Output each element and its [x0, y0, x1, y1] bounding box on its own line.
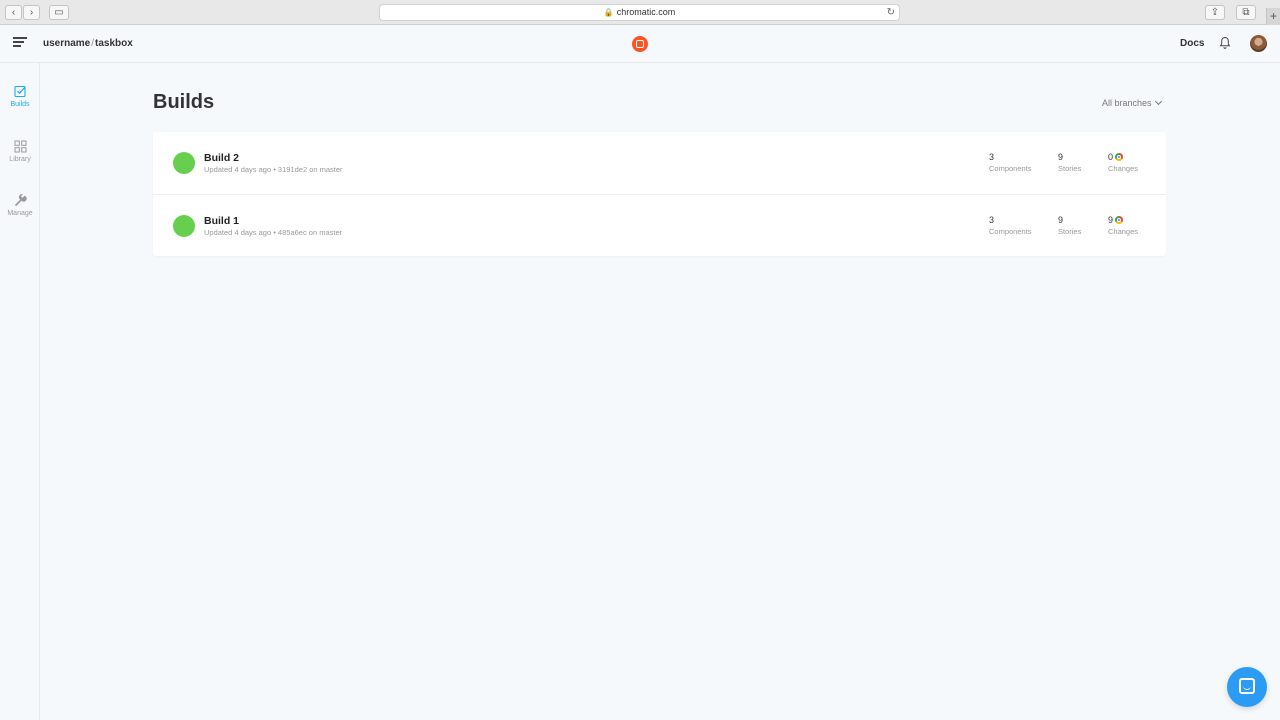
components-label: Components [989, 227, 1032, 236]
sidebar-item-label: Builds [10, 101, 30, 108]
new-tab-button[interactable]: + [1266, 8, 1280, 25]
app-header: username/taskbox Docs [0, 26, 1280, 63]
back-button[interactable]: ‹ [5, 5, 22, 20]
builds-checkbox-icon [13, 85, 26, 98]
components-stat: 3 Components [989, 152, 1032, 173]
components-count: 3 [989, 152, 995, 162]
address-bar[interactable]: 🔒 chromatic.com ↻ [379, 4, 900, 21]
stories-stat: 9 Stories [1058, 215, 1081, 236]
project-name: taskbox [95, 38, 133, 49]
sidebar-item-manage[interactable]: Manage [0, 194, 40, 217]
components-stat: 3 Components [989, 215, 1032, 236]
wrench-icon [14, 194, 27, 207]
components-label: Components [989, 164, 1032, 173]
browser-toolbar: ‹ › ▭ 🔒 chromatic.com ↻ ⇪ ⧉ + [0, 0, 1280, 25]
stories-label: Stories [1058, 164, 1082, 173]
build-meta: Updated 4 days ago • 485a6ec on master [204, 228, 343, 237]
reload-icon[interactable]: ↻ [887, 5, 895, 20]
page-title: Builds [153, 91, 215, 113]
chrome-browser-icon [1115, 216, 1124, 224]
chevron-down-icon [1154, 97, 1162, 106]
changes-stat: 0 Changes [1108, 152, 1138, 173]
changes-label: Changes [1108, 164, 1139, 173]
avatar[interactable] [1250, 35, 1267, 52]
sidebar: Builds Library Manage [0, 63, 40, 720]
sidebar-item-label: Manage [7, 210, 33, 217]
build-name: Build 2 [204, 152, 240, 164]
status-passed-icon [173, 215, 195, 237]
changes-count: 9 [1108, 215, 1114, 225]
stories-label: Stories [1058, 227, 1082, 236]
sidebar-item-library[interactable]: Library [0, 140, 40, 163]
breadcrumb-separator: / [91, 38, 95, 49]
changes-count: 0 [1108, 152, 1114, 162]
build-name: Build 1 [204, 215, 240, 227]
stories-count: 9 [1058, 215, 1064, 225]
builds-list: Build 2 Updated 4 days ago • 3191de2 on … [153, 132, 1166, 256]
stories-count: 9 [1058, 152, 1064, 162]
table-row[interactable]: Build 1 Updated 4 days ago • 485a6ec on … [153, 194, 1166, 256]
url-text: chromatic.com [616, 7, 676, 17]
changes-stat: 9 Changes [1108, 215, 1138, 236]
components-count: 3 [989, 215, 995, 225]
chrome-browser-icon [1115, 153, 1124, 161]
changes-label: Changes [1108, 227, 1139, 236]
menu-icon[interactable] [13, 37, 27, 51]
build-meta: Updated 4 days ago • 3191de2 on master [204, 165, 343, 174]
chromatic-logo-icon[interactable] [632, 36, 648, 52]
chat-launcher-button[interactable] [1227, 667, 1267, 707]
branch-filter-label: All branches [1102, 98, 1152, 108]
sidebar-item-label: Library [9, 156, 31, 163]
status-passed-icon [173, 152, 195, 174]
share-button[interactable]: ⇪ [1205, 5, 1225, 20]
forward-button[interactable]: › [23, 5, 40, 20]
table-row[interactable]: Build 2 Updated 4 days ago • 3191de2 on … [153, 132, 1166, 194]
lock-icon: 🔒 [603, 8, 614, 17]
branch-filter-dropdown[interactable]: All branches [1102, 97, 1162, 108]
stories-stat: 9 Stories [1058, 152, 1081, 173]
sidebar-toggle-button[interactable]: ▭ [49, 5, 69, 20]
owner-name: username [43, 38, 91, 49]
breadcrumb[interactable]: username/taskbox [43, 38, 133, 49]
sidebar-item-builds[interactable]: Builds [0, 85, 40, 108]
bell-icon[interactable] [1219, 36, 1231, 50]
library-grid-icon [14, 140, 26, 153]
tabs-button[interactable]: ⧉ [1236, 5, 1256, 20]
docs-link[interactable]: Docs [1180, 38, 1204, 49]
